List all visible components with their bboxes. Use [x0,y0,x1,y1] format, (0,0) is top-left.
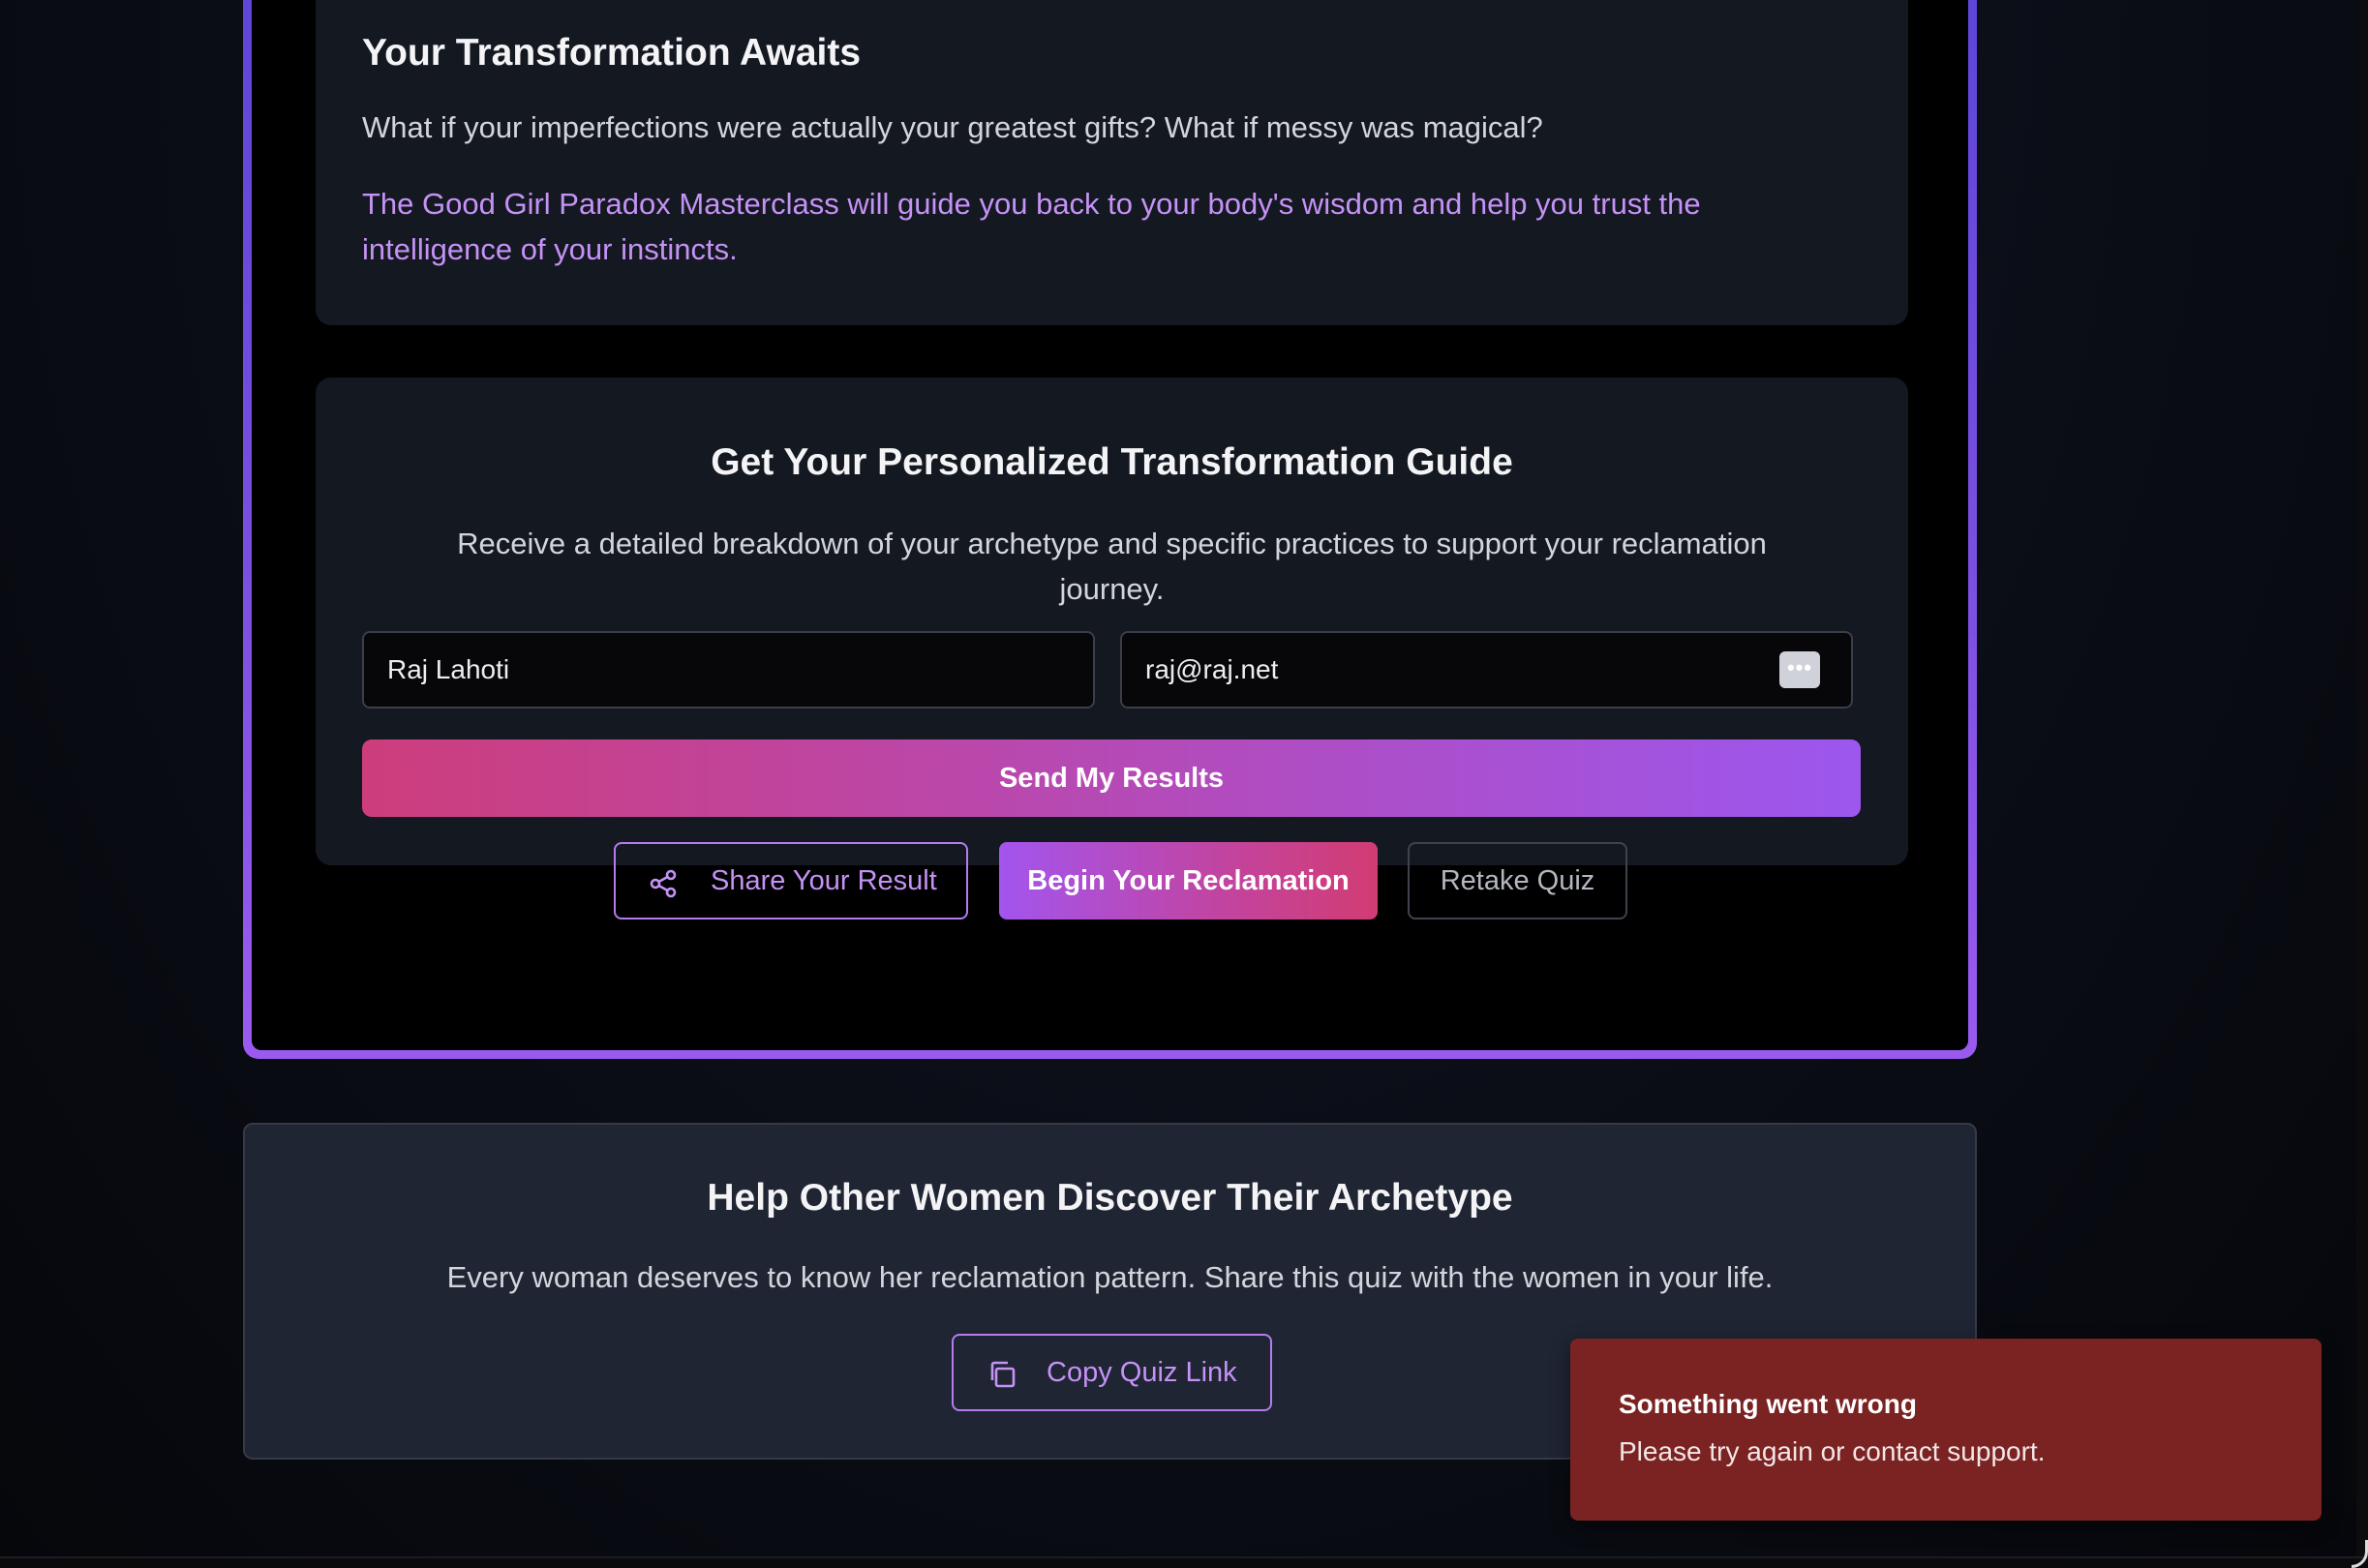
copy-icon [990,1361,1016,1388]
share-quiz-description: Every woman deserves to know her reclama… [446,1260,1774,1294]
error-toast-title: Something went wrong [1619,1389,1917,1419]
guide-title: Get Your Personalized Transformation Gui… [711,441,1513,483]
transformation-guide-panel: Get Your Personalized Transformation Gui… [316,377,1908,865]
name-input[interactable]: Raj Lahoti [362,631,1095,709]
copy-quiz-link-label: Copy Quiz Link [1047,1357,1237,1388]
share-quiz-title: Help Other Women Discover Their Archetyp… [707,1177,1513,1219]
error-toast-message: Please try again or contact support. [1619,1436,2046,1466]
error-toast[interactable]: Something went wrong Please try again or… [1570,1339,2322,1521]
masterclass-highlight: The Good Girl Paradox Masterclass will g… [362,187,1701,266]
quiz-result-card: Your Transformation Awaits What if your … [243,0,1977,1059]
page-viewport: Your Transformation Awaits What if your … [0,0,2368,1568]
email-input-value: raj@raj.net [1145,654,1279,684]
share-icon [650,869,677,898]
transformation-panel: Your Transformation Awaits What if your … [316,0,1908,325]
email-input[interactable]: raj@raj.net ••• [1120,631,1853,709]
transformation-question: What if your imperfections were actually… [362,110,1543,144]
copy-quiz-link-button[interactable]: Copy Quiz Link [952,1334,1272,1411]
name-input-value: Raj Lahoti [387,654,510,684]
password-manager-icon[interactable]: ••• [1779,651,1820,688]
guide-description: Receive a detailed breakdown of your arc… [457,527,1767,606]
vertical-scrollbar[interactable] [2356,0,2368,1568]
share-result-button[interactable]: Share Your Result [614,842,968,920]
quiz-result-card-inner: Your Transformation Awaits What if your … [252,0,1968,1050]
window-bottom-edge [0,1556,2368,1568]
transformation-title: Your Transformation Awaits [362,32,862,74]
retake-quiz-button[interactable]: Retake Quiz [1408,842,1627,920]
share-result-label: Share Your Result [711,865,937,896]
send-results-button[interactable]: Send My Results [362,739,1861,817]
begin-reclamation-button[interactable]: Begin Your Reclamation [999,842,1378,920]
